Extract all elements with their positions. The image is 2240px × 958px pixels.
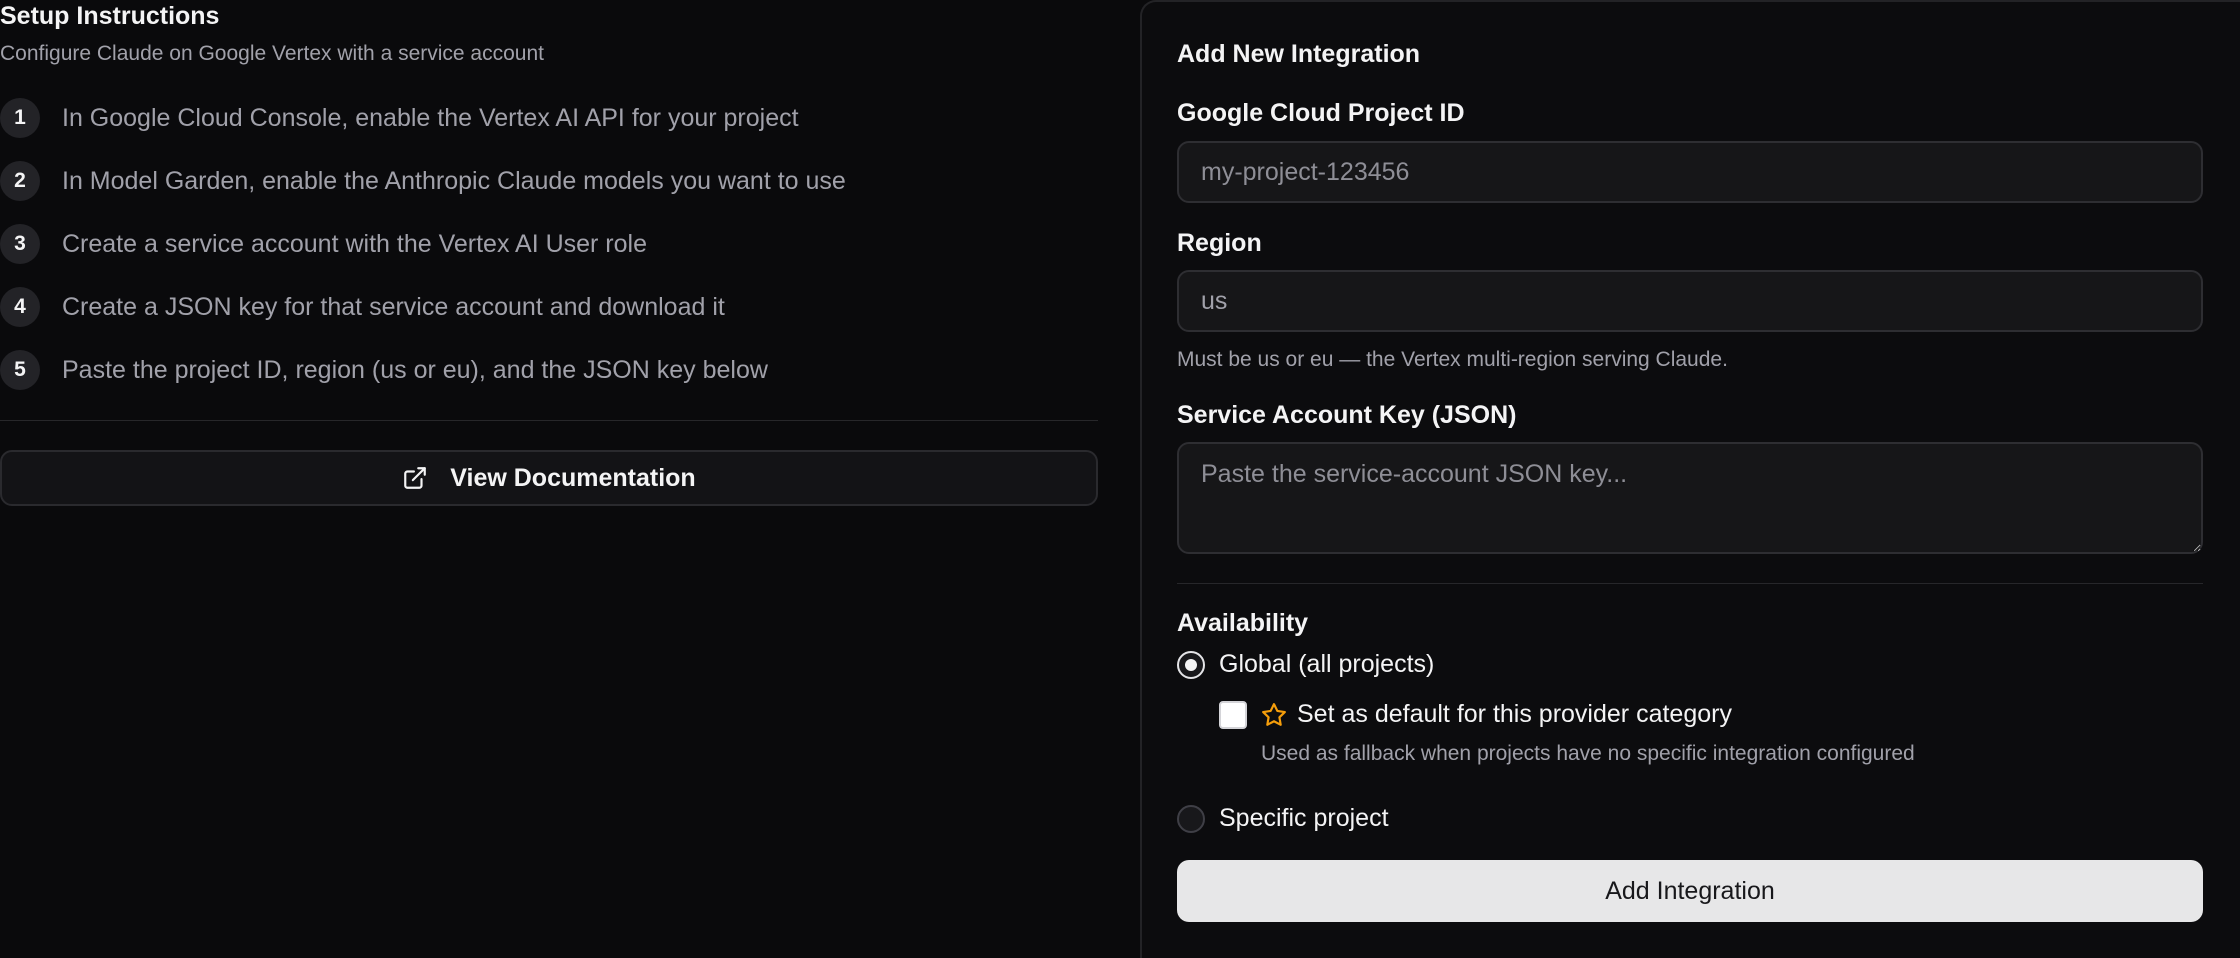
step-text: In Model Garden, enable the Anthropic Cl… <box>62 166 846 195</box>
setup-step: 2 In Model Garden, enable the Anthropic … <box>0 161 1098 201</box>
setup-subtitle: Configure Claude on Google Vertex with a… <box>0 42 544 65</box>
service-key-label: Service Account Key (JSON) <box>1177 401 1517 429</box>
availability-global-radio[interactable]: Global (all projects) <box>1177 650 1434 679</box>
availability-label: Availability <box>1177 609 1309 637</box>
step-text: In Google Cloud Console, enable the Vert… <box>62 103 799 132</box>
set-default-hint: Used as fallback when projects have no s… <box>1261 742 1915 765</box>
setup-step: 5 Paste the project ID, region (us or eu… <box>0 350 1098 390</box>
step-text: Create a JSON key for that service accou… <box>62 292 725 321</box>
section-divider <box>0 420 1098 421</box>
section-divider <box>1177 583 2203 584</box>
setup-step: 4 Create a JSON key for that service acc… <box>0 287 1098 327</box>
add-integration-button[interactable]: Add Integration <box>1177 860 2203 922</box>
availability-specific-radio[interactable]: Specific project <box>1177 804 1389 833</box>
external-link-icon <box>402 465 428 491</box>
view-documentation-label: View Documentation <box>450 463 696 492</box>
service-key-textarea[interactable] <box>1177 442 2203 554</box>
setup-step: 3 Create a service account with the Vert… <box>0 224 1098 264</box>
step-number-badge: 2 <box>0 161 40 201</box>
setup-step: 1 In Google Cloud Console, enable the Ve… <box>0 98 1098 138</box>
set-default-checkbox[interactable] <box>1219 700 1247 729</box>
region-hint: Must be us or eu — the Vertex multi-regi… <box>1177 348 1728 371</box>
region-input[interactable] <box>1177 270 2203 332</box>
step-number-badge: 5 <box>0 350 40 390</box>
project-id-label: Google Cloud Project ID <box>1177 99 1465 127</box>
availability-specific-label: Specific project <box>1219 804 1389 832</box>
region-label: Region <box>1177 229 1262 257</box>
step-text: Paste the project ID, region (us or eu),… <box>62 355 768 384</box>
set-default-label: Set as default for this provider categor… <box>1297 700 1732 728</box>
panel-title: Add New Integration <box>1177 40 1421 68</box>
step-number-badge: 3 <box>0 224 40 264</box>
setup-title: Setup Instructions <box>0 2 220 30</box>
set-default-checkbox-row[interactable]: Set as default for this provider categor… <box>1219 700 1732 729</box>
step-number-badge: 4 <box>0 287 40 327</box>
radio-indicator-checked[interactable] <box>1177 650 1205 679</box>
availability-global-label: Global (all projects) <box>1219 650 1435 678</box>
view-documentation-button[interactable]: View Documentation <box>0 450 1098 506</box>
project-id-input[interactable] <box>1177 141 2203 203</box>
step-number-badge: 1 <box>0 98 40 138</box>
radio-indicator-unchecked[interactable] <box>1177 804 1205 833</box>
star-icon <box>1261 702 1287 728</box>
setup-steps-list: 1 In Google Cloud Console, enable the Ve… <box>0 98 1098 413</box>
add-integration-panel: Add New Integration Google Cloud Project… <box>1140 0 2240 958</box>
step-text: Create a service account with the Vertex… <box>62 229 647 258</box>
